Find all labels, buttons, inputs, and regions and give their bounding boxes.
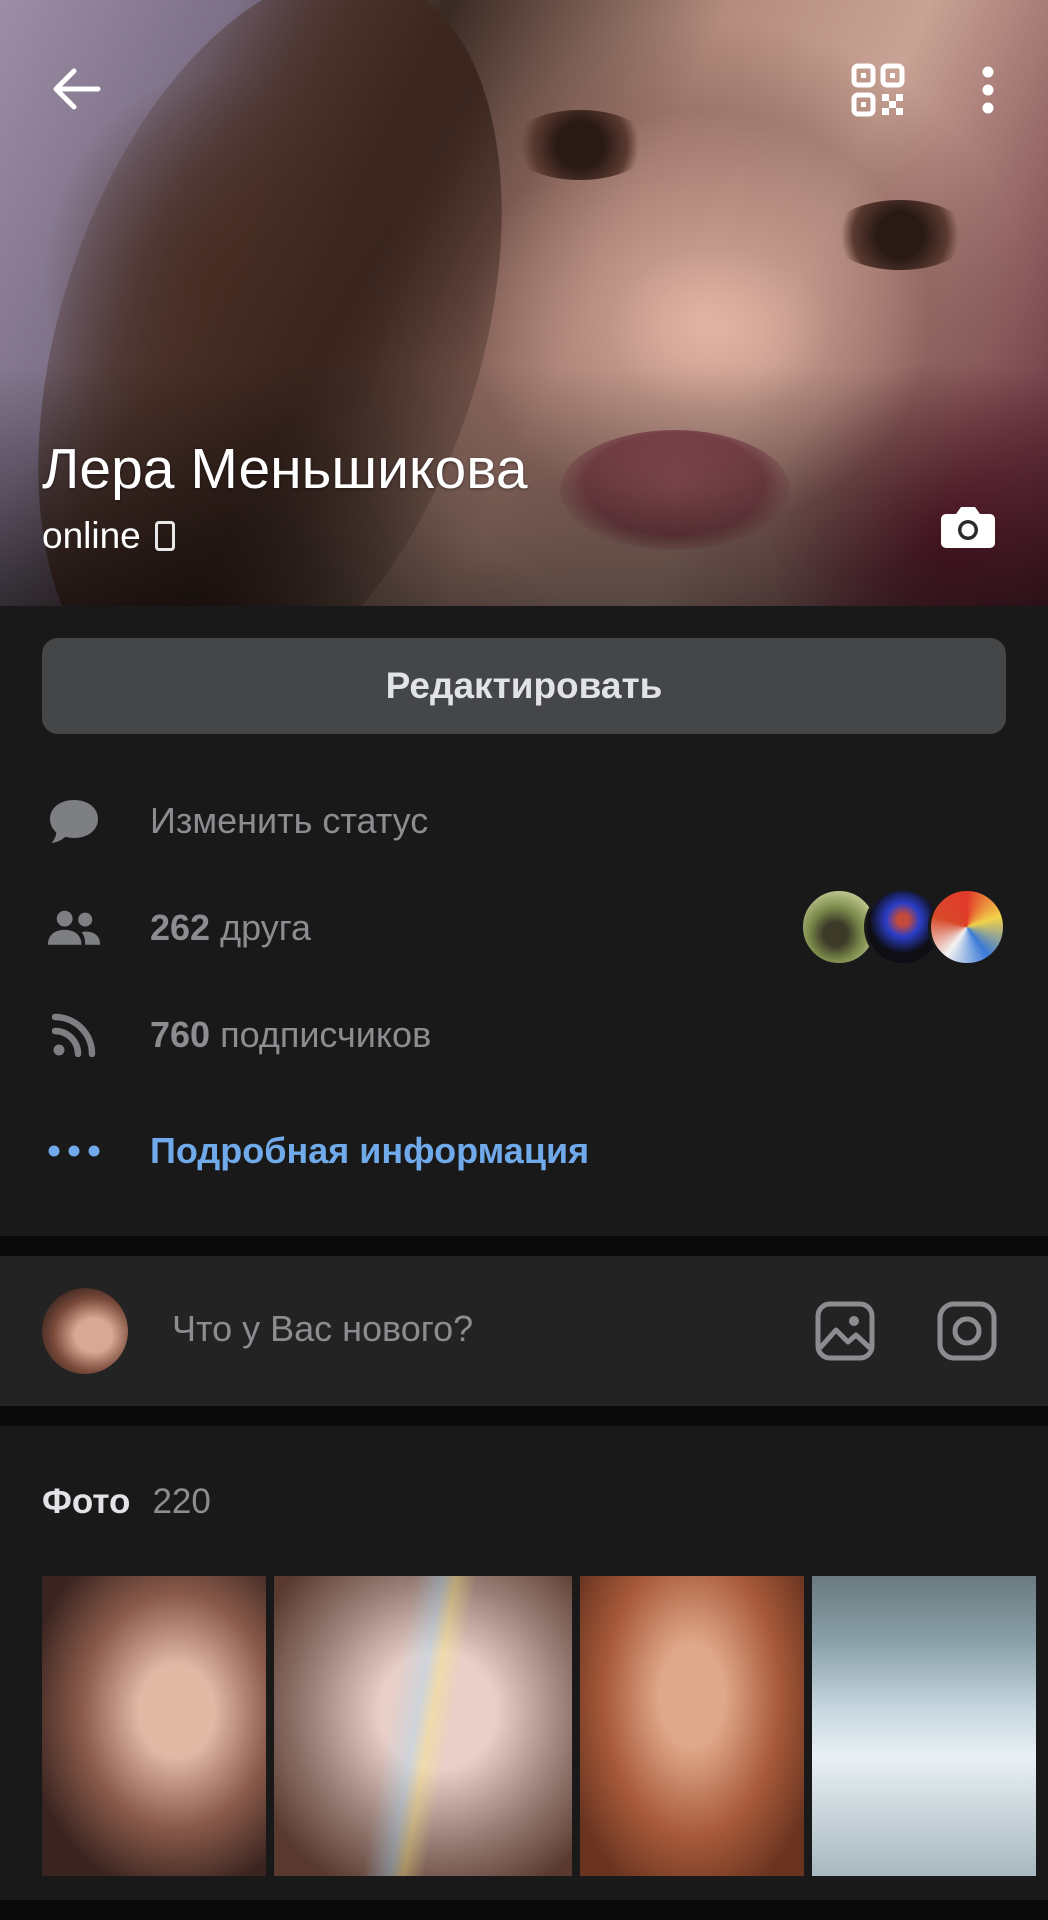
users-icon xyxy=(46,900,102,956)
rss-icon xyxy=(46,1007,102,1063)
online-label: online xyxy=(42,515,141,556)
more-horizontal-icon xyxy=(46,1123,102,1179)
followers-word: подписчиков xyxy=(220,1014,432,1055)
profile-name: Лера Меньшикова xyxy=(42,437,528,501)
followers-row[interactable]: 760 подписчиков xyxy=(0,990,1048,1080)
edit-profile-button[interactable]: Редактировать xyxy=(42,638,1006,734)
more-vertical-icon xyxy=(982,66,994,114)
change-cover-button[interactable] xyxy=(932,496,1004,558)
photos-header[interactable]: Фото 220 xyxy=(42,1482,211,1522)
instagram-icon xyxy=(937,1301,997,1361)
profile-info: Редактировать Изменить статус 262 друга xyxy=(0,606,1048,1236)
avatar xyxy=(42,1288,128,1374)
story-button[interactable] xyxy=(936,1300,998,1362)
arrow-left-icon xyxy=(53,68,101,110)
followers-count: 760 xyxy=(150,1014,211,1055)
attach-photo-button[interactable] xyxy=(814,1300,876,1362)
photo-thumbnail[interactable] xyxy=(274,1576,572,1876)
photo-thumbnail[interactable] xyxy=(812,1576,1036,1876)
cover-photo-detail xyxy=(830,200,970,270)
mobile-icon xyxy=(154,521,175,551)
section-divider xyxy=(0,1406,1048,1426)
photos-count: 220 xyxy=(152,1482,211,1521)
followers-label: 760 подписчиков xyxy=(150,1014,431,1056)
photo-thumbnail[interactable] xyxy=(580,1576,804,1876)
change-status-label: Изменить статус xyxy=(150,800,429,841)
photos-section: Фото 220 xyxy=(0,1426,1048,1900)
details-label: Подробная информация xyxy=(150,1130,590,1171)
friends-label: 262 друга xyxy=(150,907,311,949)
section-divider xyxy=(0,1236,1048,1256)
camera-icon xyxy=(941,507,995,548)
more-button[interactable] xyxy=(966,60,1010,120)
qr-code-icon xyxy=(851,63,905,117)
profile-cover[interactable]: Лера Меньшикова online xyxy=(0,0,1048,606)
online-status: online xyxy=(42,515,175,557)
message-bubble-icon xyxy=(46,793,102,849)
qr-code-button[interactable] xyxy=(846,60,910,120)
post-composer[interactable]: Что у Вас нового? xyxy=(0,1256,1048,1406)
friends-count: 262 xyxy=(150,907,211,948)
section-divider xyxy=(0,1900,1048,1920)
friends-word: друга xyxy=(220,907,312,948)
avatar xyxy=(928,888,1006,966)
new-post-input[interactable]: Что у Вас нового? xyxy=(172,1308,473,1350)
back-button[interactable] xyxy=(44,62,108,116)
change-status-row[interactable]: Изменить статус xyxy=(0,776,1048,866)
details-row[interactable]: Подробная информация xyxy=(0,1106,1048,1196)
photo-thumbnail[interactable] xyxy=(42,1576,266,1876)
photos-label: Фото xyxy=(42,1482,131,1521)
image-icon xyxy=(815,1301,875,1361)
friend-avatars[interactable] xyxy=(800,888,1010,966)
cover-photo-detail xyxy=(510,110,650,180)
